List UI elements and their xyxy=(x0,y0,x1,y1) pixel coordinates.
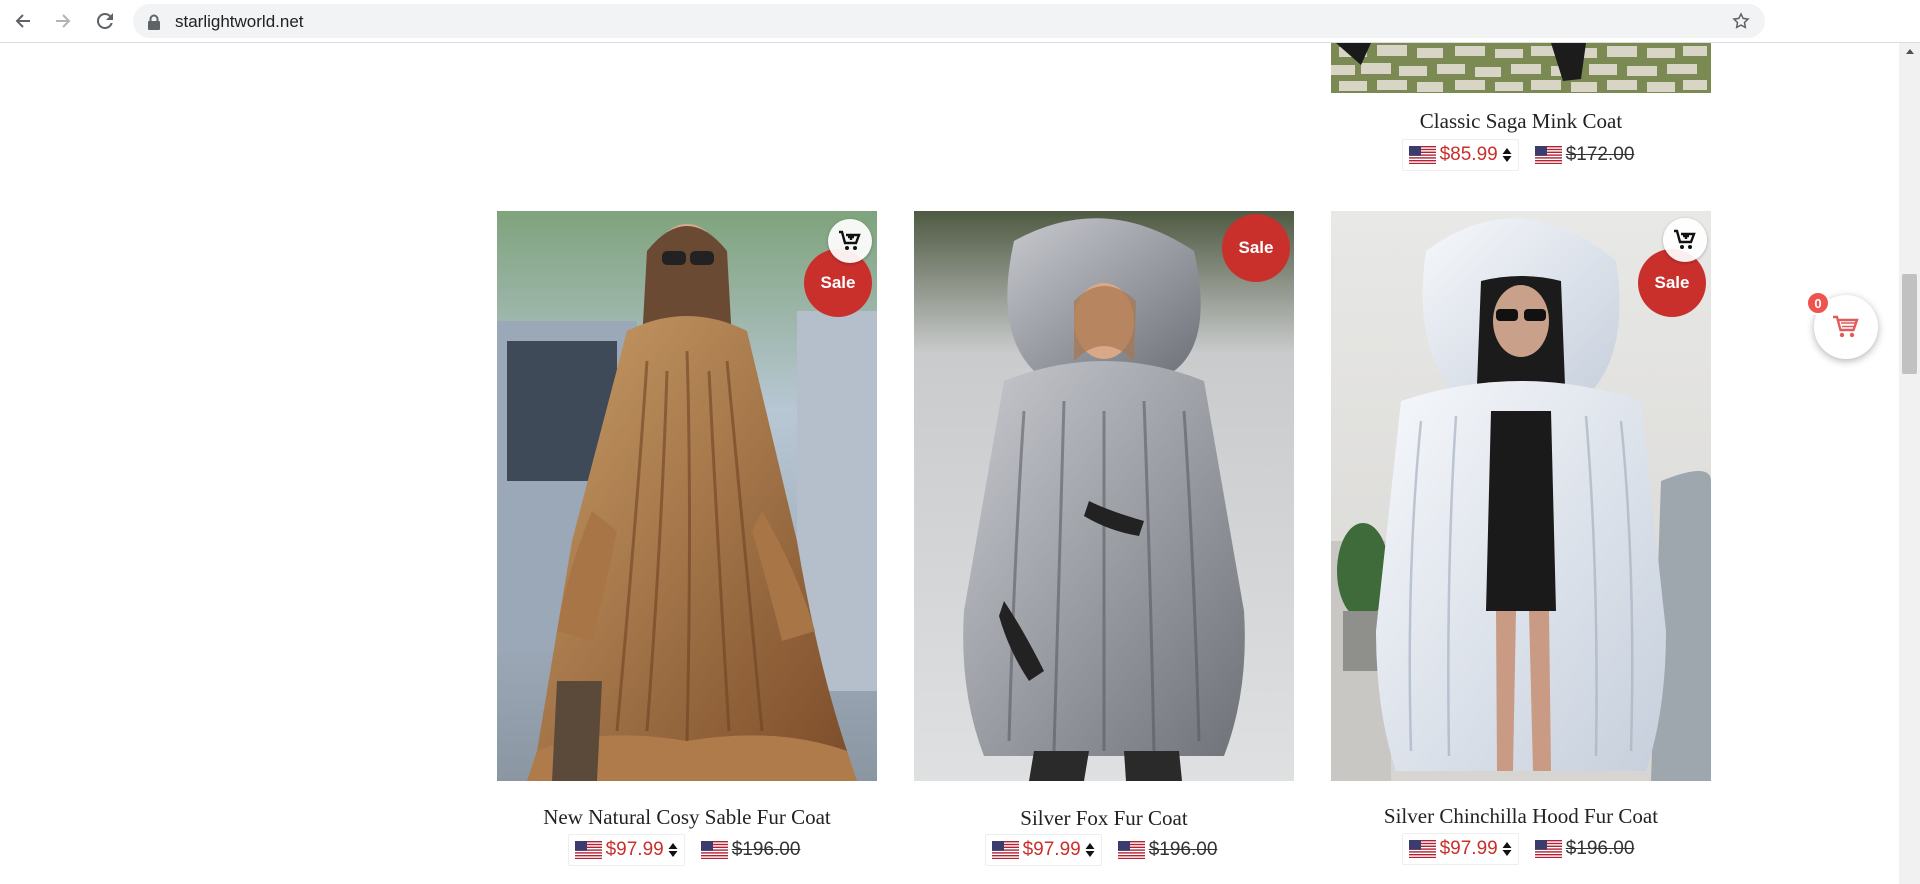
us-flag-icon xyxy=(700,841,728,859)
forward-button[interactable] xyxy=(48,6,78,36)
sale-badge: Sale xyxy=(1638,249,1706,317)
product-card: Sale Silver Fox Fur Coat $97.99 $196.00 xyxy=(914,211,1294,884)
lock-icon xyxy=(148,14,160,30)
sale-badge: Sale xyxy=(1222,214,1290,282)
us-flag-icon xyxy=(1408,840,1436,858)
us-flag-icon xyxy=(1408,146,1436,164)
cart-plus-icon xyxy=(839,230,861,250)
cart-plus-icon xyxy=(1674,229,1696,249)
regular-price-box: $196.00 xyxy=(695,835,807,865)
currency-selector[interactable]: $85.99 xyxy=(1401,139,1519,171)
currency-selector[interactable]: $97.99 xyxy=(1401,833,1519,865)
reload-button[interactable] xyxy=(90,6,120,36)
regular-price-box: $172.00 xyxy=(1529,140,1641,170)
sale-price: $97.99 xyxy=(1022,839,1081,860)
browser-toolbar: starlightworld.net xyxy=(0,0,1920,43)
us-flag-icon xyxy=(1117,841,1145,859)
address-bar[interactable]: starlightworld.net xyxy=(133,4,1765,38)
cart-count-badge: 0 xyxy=(1806,291,1830,315)
add-to-cart-button[interactable] xyxy=(828,219,872,263)
reload-icon xyxy=(96,12,113,29)
product-title[interactable]: New Natural Cosy Sable Fur Coat xyxy=(497,805,877,830)
product-title[interactable]: Silver Fox Fur Coat xyxy=(914,806,1294,831)
regular-price: $196.00 xyxy=(1148,839,1218,860)
sale-price: $97.99 xyxy=(1439,838,1498,859)
arrow-right-icon xyxy=(56,14,71,28)
price-row: $97.99 $196.00 xyxy=(914,834,1294,866)
sort-icon xyxy=(1502,842,1512,856)
regular-price-box: $196.00 xyxy=(1529,834,1641,864)
sort-icon xyxy=(1085,843,1095,857)
shopping-cart-icon xyxy=(1833,315,1859,338)
sale-price: $97.99 xyxy=(605,839,664,860)
arrow-left-icon xyxy=(15,14,30,28)
sale-price: $85.99 xyxy=(1439,144,1498,165)
price-row: $85.99 $172.00 xyxy=(1331,139,1711,171)
product-card: Classic Saga Mink Coat $85.99 $172.00 xyxy=(1331,43,1711,183)
product-title[interactable]: Silver Chinchilla Hood Fur Coat xyxy=(1331,804,1711,829)
product-title[interactable]: Classic Saga Mink Coat xyxy=(1331,109,1711,134)
scroll-thumb[interactable] xyxy=(1902,274,1917,374)
url-text: starlightworld.net xyxy=(175,12,304,31)
us-flag-icon xyxy=(1534,146,1562,164)
regular-price: $172.00 xyxy=(1565,144,1635,165)
sort-icon xyxy=(668,843,678,857)
price-row: $97.99 $196.00 xyxy=(1331,833,1711,865)
scroll-up-arrow[interactable] xyxy=(1906,49,1914,54)
us-flag-icon xyxy=(574,841,602,859)
us-flag-icon xyxy=(1534,840,1562,858)
sort-icon xyxy=(1502,148,1512,162)
currency-selector[interactable]: $97.99 xyxy=(567,834,685,866)
scrollbar[interactable] xyxy=(1899,43,1920,884)
us-flag-icon xyxy=(991,841,1019,859)
add-to-cart-button[interactable] xyxy=(1663,218,1707,262)
page-content: Classic Saga Mink Coat $85.99 $172.00 Sa… xyxy=(0,43,1899,884)
star-icon[interactable] xyxy=(1731,11,1751,31)
product-image[interactable] xyxy=(914,211,1294,781)
product-card: Sale New Natural Cosy Sable Fur Coat $97… xyxy=(497,211,877,884)
price-row: $97.99 $196.00 xyxy=(497,834,877,866)
regular-price: $196.00 xyxy=(1565,838,1635,859)
currency-selector[interactable]: $97.99 xyxy=(984,834,1102,866)
back-button[interactable] xyxy=(8,6,38,36)
product-image[interactable] xyxy=(1331,43,1711,93)
product-card: Sale Silver Chinchilla Hood Fur Coat $97… xyxy=(1331,211,1711,884)
regular-price-box: $196.00 xyxy=(1112,835,1224,865)
regular-price: $196.00 xyxy=(731,839,801,860)
